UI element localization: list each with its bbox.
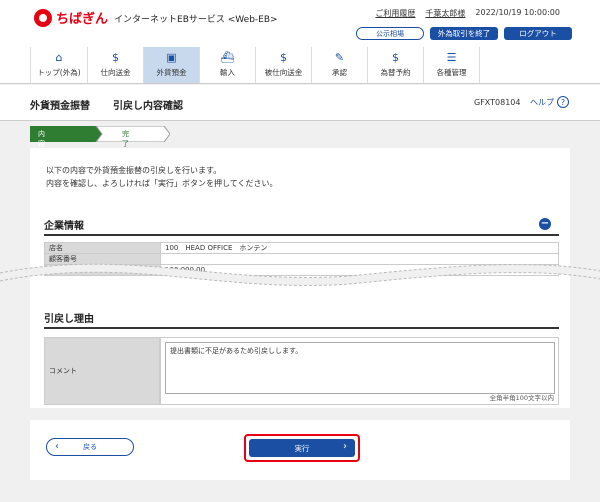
step-next-shape	[95, 126, 170, 142]
logout-button[interactable]: ログアウト	[504, 27, 572, 40]
page-title: 外貨預金振替	[30, 101, 90, 112]
execute-label: 実行	[294, 443, 310, 453]
history-link[interactable]: ご利用履歴	[375, 8, 415, 19]
nav-item-approve[interactable]: ✎ 承認	[312, 47, 368, 83]
nav-item-fx-reserve[interactable]: $ 為替予約	[368, 47, 424, 83]
execute-button[interactable]: 実行 ›	[249, 439, 355, 457]
deposit-icon: ▣	[166, 51, 177, 64]
comment-textarea[interactable]: 提出書類に不足があるため引戻しします。	[165, 342, 555, 394]
tear-divider	[0, 263, 600, 286]
rates-button[interactable]: 公示相場	[356, 27, 424, 40]
comment-label: コメント	[44, 337, 160, 405]
intro-line-2: 内容を確認し、よろしければ「実行」ボタンを押してください。	[46, 179, 278, 188]
fx-reserve-icon: $	[392, 51, 399, 64]
nav-label: 被仕向送金	[264, 68, 303, 77]
fx-end-button[interactable]: 外為取引を終了	[430, 27, 498, 40]
page-subtitle: 引戻し内容確認	[113, 101, 183, 112]
row-value-branch: 100 HEAD OFFICE ホンテン	[160, 242, 559, 254]
remittance-icon: $	[112, 51, 119, 64]
reason-section-title: 引戻し理由	[44, 314, 94, 325]
tear-band	[0, 264, 600, 286]
nav-item-incoming[interactable]: $ 被仕向送金	[256, 47, 312, 83]
help-icon: ?	[557, 96, 569, 108]
back-label: 戻る	[83, 443, 97, 451]
nav-item-remittance[interactable]: $ 仕向送金	[88, 47, 144, 83]
nav-label: 輸入	[220, 68, 235, 77]
manage-icon: ☰	[446, 51, 457, 64]
main-nav: ⌂ トップ(外為) $ 仕向送金 ▣ 外貨預金 ⛴ 輸入 $ 被仕向送金 ✎ 承…	[30, 47, 480, 83]
step-arrows	[30, 126, 170, 142]
bank-logo[interactable]: ちばぎん インターネットEBサービス <Web-EB>	[34, 8, 278, 27]
incoming-icon: $	[280, 51, 287, 64]
service-name: インターネットEBサービス <Web-EB>	[114, 15, 278, 25]
chevron-left-icon: ‹	[55, 441, 59, 452]
nav-label: 外貨預金	[156, 68, 187, 77]
company-section-title: 企業情報	[44, 221, 84, 232]
section-divider	[44, 234, 559, 236]
nav-label: 仕向送金	[100, 68, 131, 77]
logo-text: ちばぎん	[56, 12, 109, 27]
title-bar: 外貨預金振替 引戻し内容確認 GFXT08104 ヘルプ ?	[0, 85, 600, 121]
help-label: ヘルプ	[530, 97, 554, 107]
top-links: ご利用履歴 千葉太郎様 2022/10/19 10:00:00	[375, 8, 560, 19]
back-button[interactable]: ‹ 戻る	[46, 438, 134, 456]
execute-highlight: 実行 ›	[244, 434, 360, 462]
step-next: 完了	[122, 130, 129, 148]
section-divider	[44, 327, 559, 329]
collapse-icon[interactable]: −	[539, 218, 551, 230]
nav-label: 為替予約	[380, 68, 411, 77]
nav-label: トップ(外為)	[37, 68, 81, 77]
nav-item-deposit[interactable]: ▣ 外貨預金	[144, 47, 200, 83]
chevron-right-icon: ›	[343, 441, 347, 452]
footer-actions: ‹ 戻る 実行 ›	[30, 420, 570, 480]
comment-cell: 提出書類に不足があるため引戻しします。 全角半角100文字以内	[160, 337, 559, 405]
table-row: 店名 100 HEAD OFFICE ホンテン	[44, 242, 559, 254]
nav-item-import[interactable]: ⛴ 輸入	[200, 47, 256, 83]
help-link[interactable]: ヘルプ ?	[530, 96, 569, 108]
nav-item-top[interactable]: ⌂ トップ(外為)	[30, 47, 88, 83]
intro-line-1: 以下の内容で外貨預金振替の引戻しを行います。	[46, 166, 222, 175]
header: ちばぎん インターネットEBサービス <Web-EB> ご利用履歴 千葉太郎様 …	[0, 0, 600, 84]
nav-label: 各種管理	[436, 68, 467, 77]
home-icon: ⌂	[55, 51, 63, 64]
import-icon: ⛴	[220, 51, 235, 64]
row-label-branch: 店名	[44, 242, 161, 254]
screen-id: GFXT08104	[474, 98, 521, 107]
char-limit-note: 全角半角100文字以内	[489, 394, 554, 402]
user-link[interactable]: 千葉太郎様	[425, 8, 465, 19]
nav-item-manage[interactable]: ☰ 各種管理	[424, 47, 480, 83]
intro-text: 以下の内容で外貨預金振替の引戻しを行います。 内容を確認し、よろしければ「実行」…	[46, 164, 278, 190]
datetime: 2022/10/19 10:00:00	[475, 8, 560, 17]
nav-label: 承認	[332, 68, 347, 77]
approve-icon: ✎	[334, 51, 345, 64]
top-buttons: 公示相場 外為取引を終了 ログアウト	[356, 27, 572, 40]
logo-mark-icon	[34, 8, 52, 27]
